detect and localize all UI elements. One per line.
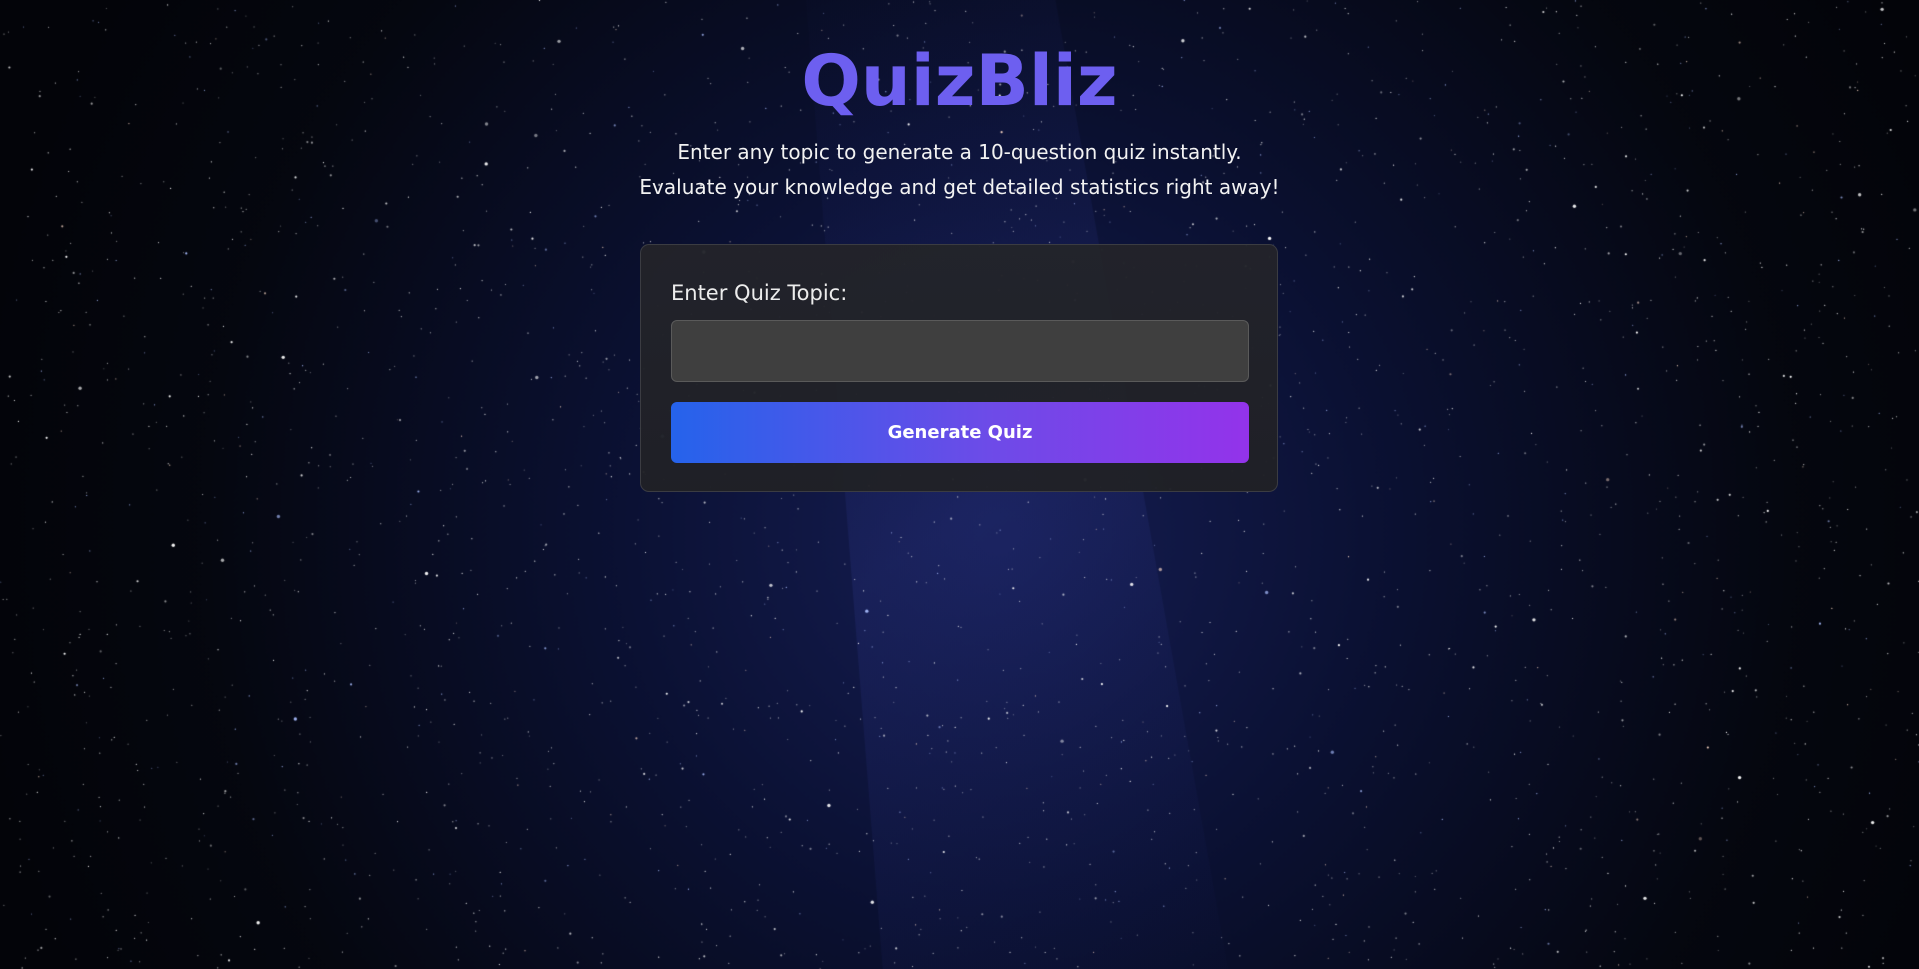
page-content: QuizBliz Enter any topic to generate a 1… [0, 0, 1919, 969]
quiz-form-card: Enter Quiz Topic: Generate Quiz [640, 244, 1278, 492]
tagline-line-2: Evaluate your knowledge and get detailed… [639, 175, 1280, 199]
topic-input[interactable] [671, 320, 1249, 382]
app-title: QuizBliz [801, 40, 1118, 122]
generate-quiz-button[interactable]: Generate Quiz [671, 402, 1249, 463]
topic-label: Enter Quiz Topic: [671, 281, 848, 305]
tagline-line-1: Enter any topic to generate a 10-questio… [677, 140, 1242, 164]
